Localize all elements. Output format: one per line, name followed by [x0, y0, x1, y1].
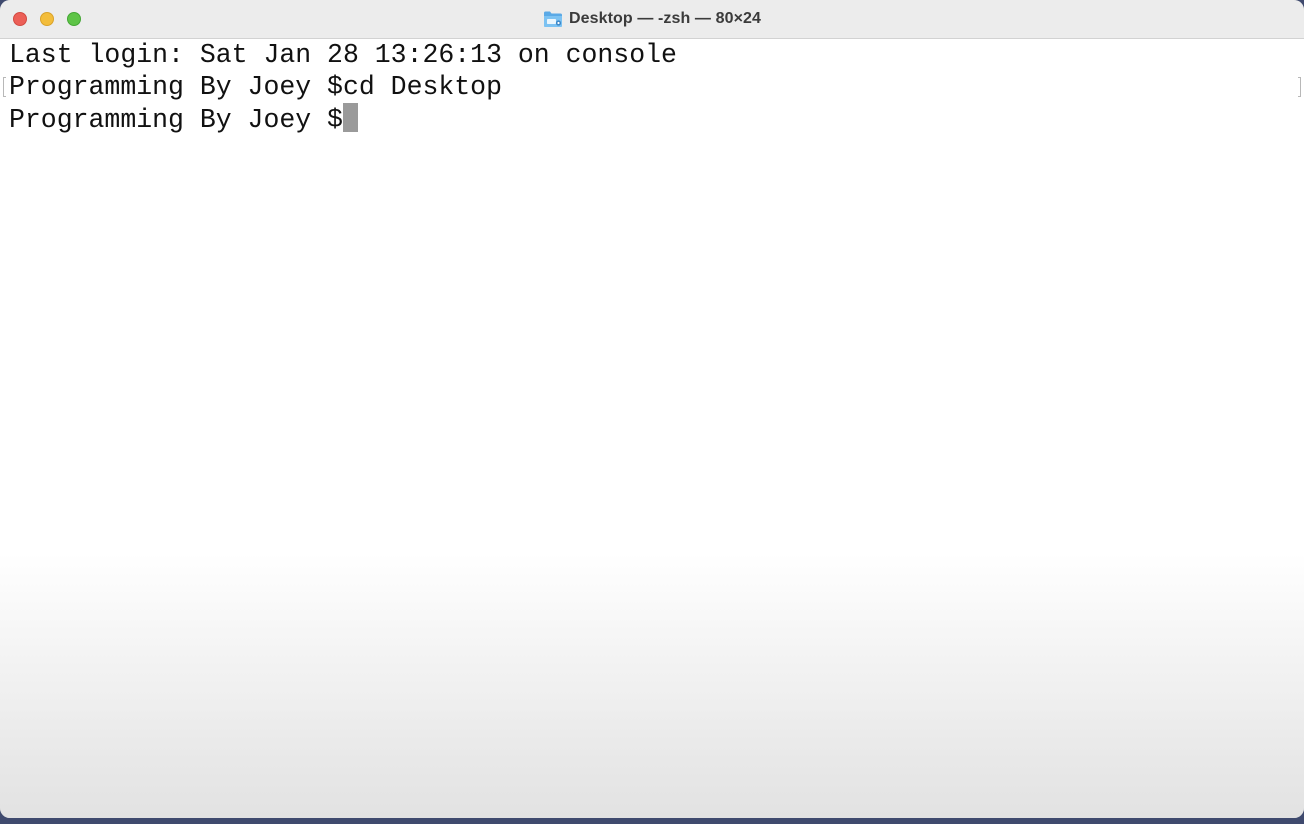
text-cursor	[342, 103, 358, 132]
terminal-content[interactable]: Last login: Sat Jan 28 13:26:13 on conso…	[0, 39, 1304, 818]
window-title: Desktop — -zsh — 80×24	[568, 10, 762, 27]
terminal-line: Programming By Joey $	[9, 103, 358, 136]
terminal-line: Programming By Joey $cd Desktop	[9, 71, 502, 103]
window-title-group: Desktop — -zsh — 80×24	[543, 10, 761, 28]
terminal-window: Desktop — -zsh — 80×24 Last login: Sat J…	[0, 0, 1304, 818]
minimize-button[interactable]	[40, 12, 54, 26]
close-button[interactable]	[13, 12, 27, 26]
title-bar[interactable]: Desktop — -zsh — 80×24	[0, 0, 1304, 39]
command-line: Programming By Joey $cd Desktop	[9, 72, 502, 102]
mark-bracket-right	[1298, 77, 1301, 97]
zoom-button[interactable]	[67, 12, 81, 26]
prompt: Programming By Joey $	[9, 105, 343, 135]
mark-bracket-left	[3, 77, 6, 97]
folder-icon	[543, 10, 563, 28]
terminal-line: Last login: Sat Jan 28 13:26:13 on conso…	[9, 39, 677, 71]
login-message: Last login: Sat Jan 28 13:26:13 on conso…	[9, 40, 677, 70]
